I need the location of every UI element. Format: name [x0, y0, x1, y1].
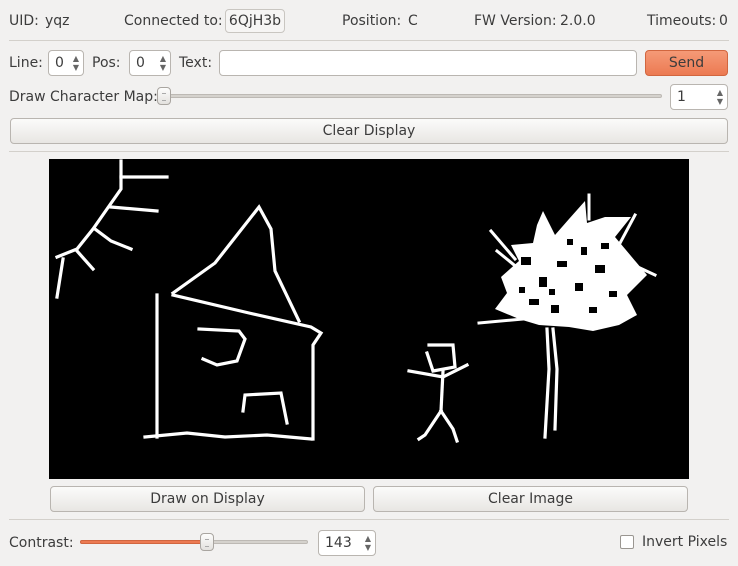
- fw-version-value: 2.0.0: [560, 13, 596, 29]
- char-map-slider-track[interactable]: [160, 94, 662, 98]
- contrast-spinbox[interactable]: 143 ▲ ▼: [318, 530, 376, 556]
- send-button[interactable]: Send: [645, 50, 728, 76]
- pos-label: Pos:: [92, 55, 121, 71]
- text-input[interactable]: [219, 50, 637, 76]
- invert-pixels-label: Invert Pixels: [642, 534, 728, 550]
- position-value: C: [408, 13, 418, 29]
- timeouts-label: Timeouts:: [647, 13, 717, 29]
- spin-arrows-icon[interactable]: ▲ ▼: [69, 51, 83, 75]
- line-value: 0: [55, 55, 64, 71]
- contrast-value: 143: [325, 535, 352, 551]
- uid-label: UID:: [9, 13, 39, 29]
- line-spinbox[interactable]: 0 ▲ ▼: [48, 50, 84, 76]
- connected-label: Connected to:: [124, 13, 223, 29]
- pos-value: 0: [136, 55, 145, 71]
- spin-arrows-icon[interactable]: ▲ ▼: [361, 531, 375, 555]
- uid-value: yqz: [45, 13, 70, 29]
- timeouts-value: 0: [719, 13, 728, 29]
- char-map-spinbox[interactable]: 1 ▲ ▼: [670, 84, 728, 110]
- pos-spinbox[interactable]: 0 ▲ ▼: [129, 50, 171, 76]
- drawing-canvas[interactable]: [49, 159, 689, 479]
- canvas-drawing: [54, 159, 657, 444]
- clear-display-button[interactable]: Clear Display: [10, 118, 728, 144]
- position-label: Position:: [342, 13, 402, 29]
- header-separator: [9, 40, 729, 41]
- fw-version-label: FW Version:: [474, 13, 557, 29]
- char-map-label: Draw Character Map:: [9, 89, 158, 105]
- contrast-slider-handle[interactable]: [200, 533, 214, 551]
- invert-pixels-checkbox[interactable]: [620, 535, 634, 549]
- clear-image-button[interactable]: Clear Image: [373, 486, 688, 512]
- contrast-label: Contrast:: [9, 535, 74, 551]
- draw-on-display-button[interactable]: Draw on Display: [50, 486, 365, 512]
- char-map-value: 1: [677, 89, 686, 105]
- footer-separator: [9, 519, 729, 520]
- spin-arrows-icon[interactable]: ▲ ▼: [156, 51, 170, 75]
- section-separator: [9, 151, 729, 152]
- connected-uid-chip: 6QjH3b: [225, 9, 285, 33]
- line-label: Line:: [9, 55, 43, 71]
- char-map-slider-handle[interactable]: [157, 87, 171, 105]
- text-label: Text:: [179, 55, 213, 71]
- contrast-slider-fill: [80, 540, 208, 544]
- spin-arrows-icon[interactable]: ▲ ▼: [713, 85, 727, 109]
- connected-value: 6QjH3b: [228, 13, 282, 29]
